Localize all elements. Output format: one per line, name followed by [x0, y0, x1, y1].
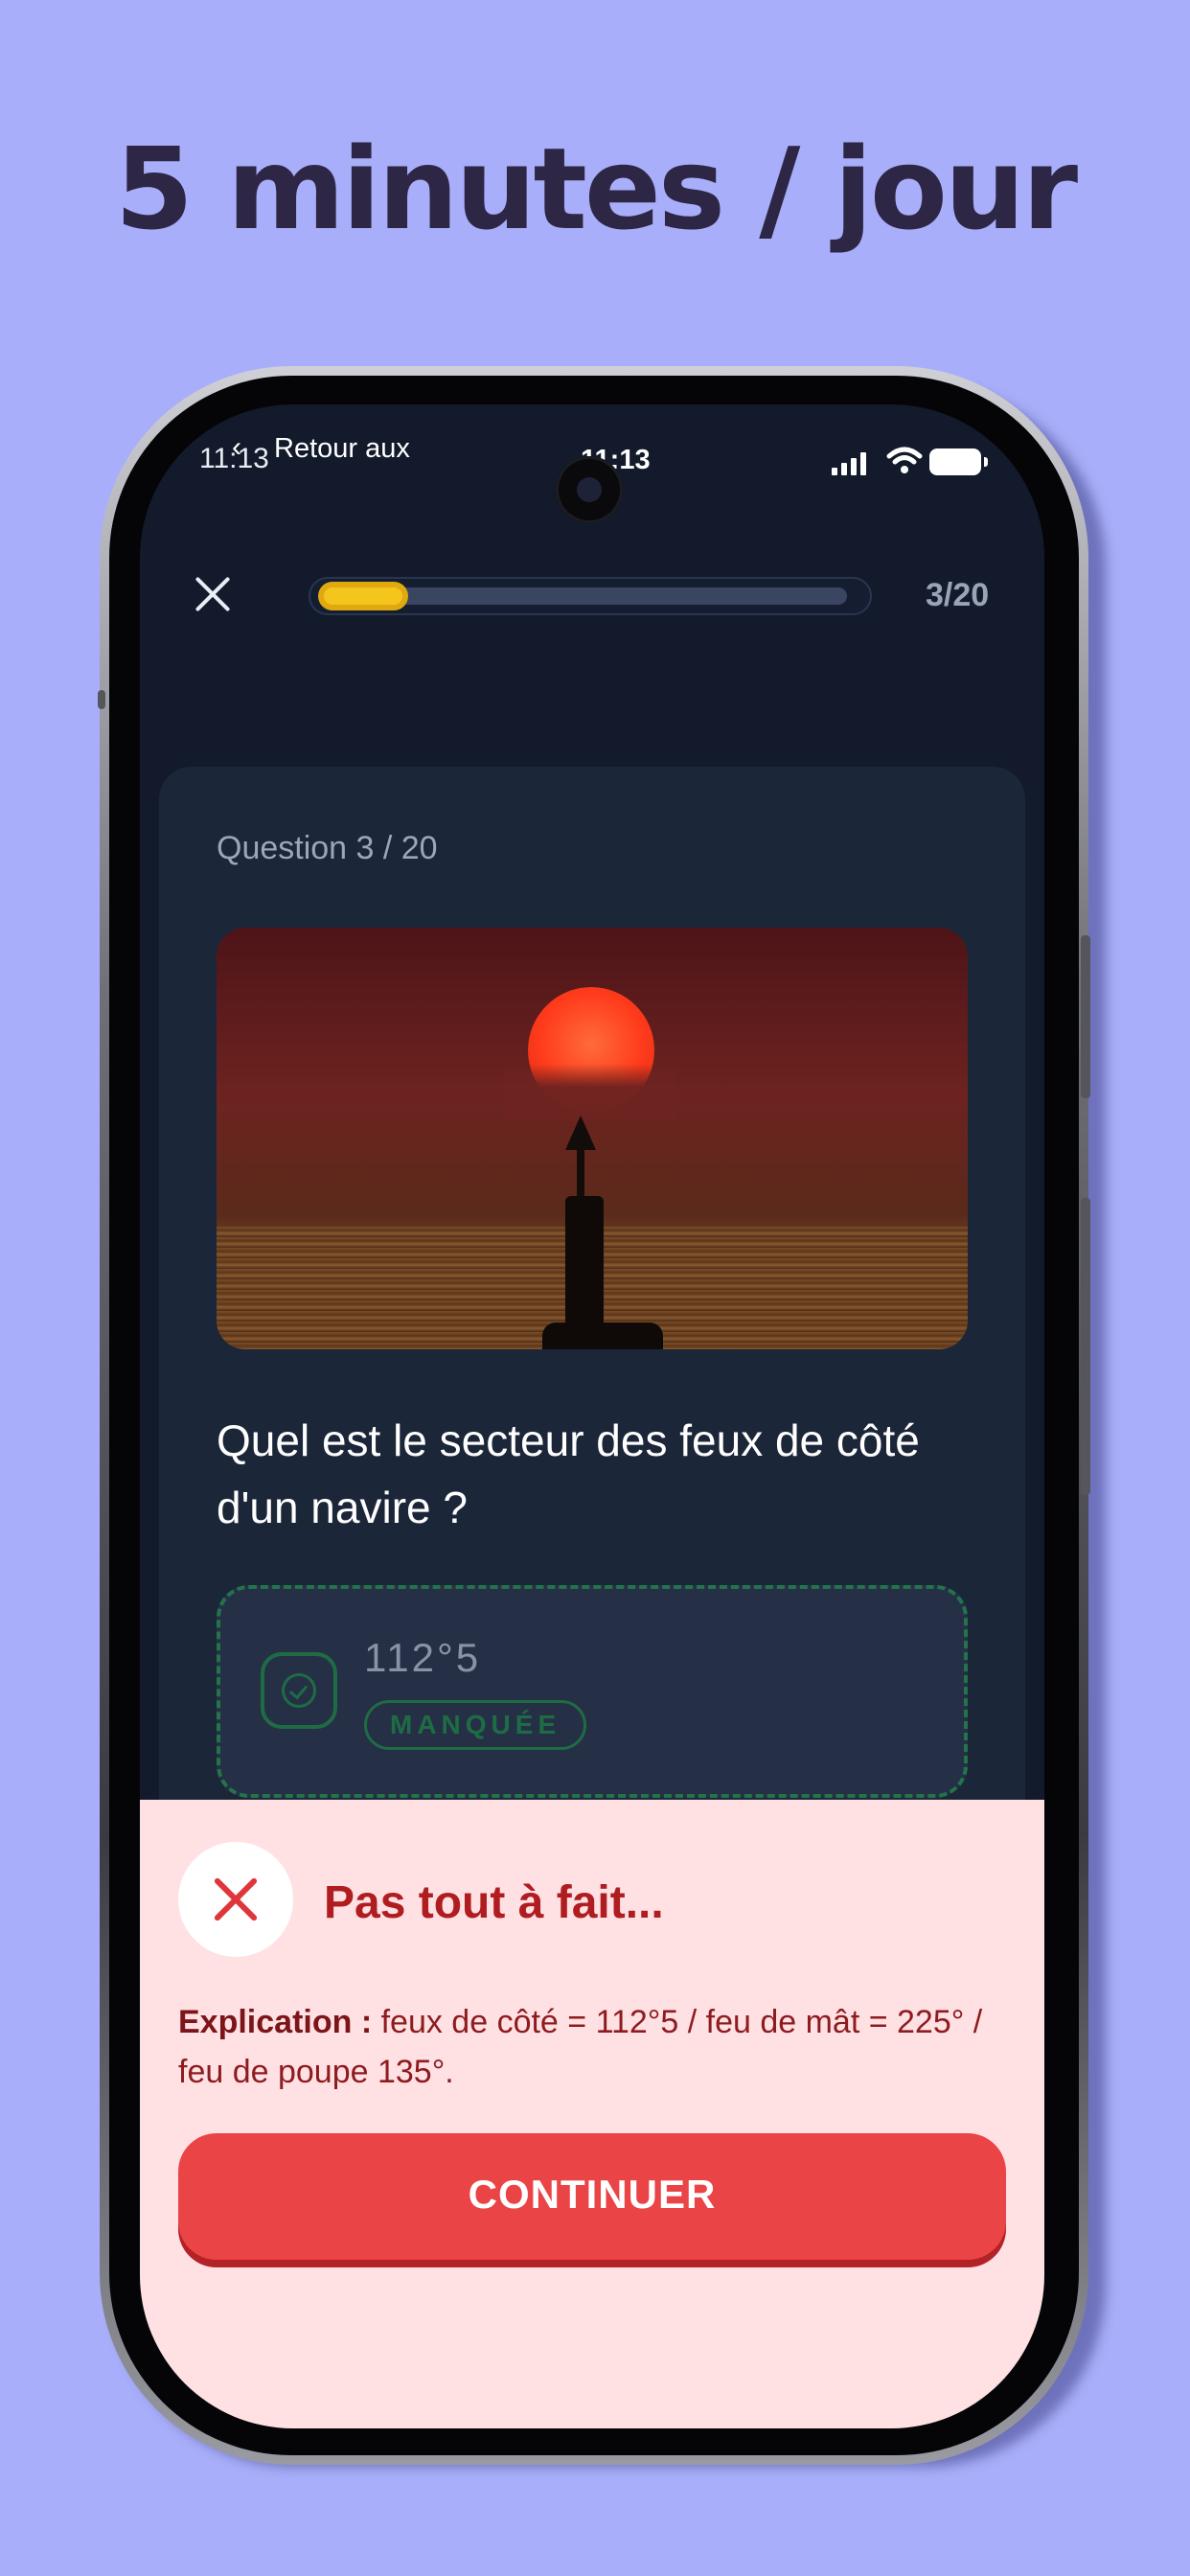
phone-side-button — [1081, 1198, 1090, 1495]
continue-button[interactable]: CONTINUER — [178, 2133, 1006, 2260]
back-arrow-icon[interactable]: ‹ — [232, 431, 241, 464]
feedback-title: Pas tout à fait... — [324, 1877, 664, 1928]
answer-option-missed[interactable]: 112°5 MANQUÉE — [217, 1585, 968, 1798]
beacon-topmark — [565, 1116, 596, 1150]
explanation-label: Explication : — [178, 2004, 373, 2040]
check-circle-icon — [282, 1673, 316, 1708]
progress-track — [324, 587, 847, 605]
cellular-signal-icon — [832, 452, 866, 475]
answer-value: 112°5 — [364, 1635, 482, 1680]
beacon-tower — [565, 1196, 604, 1330]
answer-checkbox — [261, 1652, 337, 1729]
close-icon[interactable] — [192, 573, 234, 615]
feedback-sheet: Pas tout à fait... Explication : feux de… — [140, 1800, 1044, 2428]
sun-haze — [504, 1064, 676, 1121]
battery-icon — [929, 448, 988, 475]
progress-count: 3/20 — [926, 577, 990, 613]
beacon-pole — [577, 1146, 584, 1204]
phone-side-button — [98, 690, 105, 709]
missed-badge: MANQUÉE — [364, 1700, 587, 1750]
explanation-text: Explication : feux de côté = 112°5 / feu… — [178, 1997, 1002, 2097]
status-bar: 11:13 ‹ Retour aux 11:13 — [140, 404, 1044, 523]
back-to-app-link[interactable]: Retour aux — [274, 433, 410, 465]
beacon-base — [542, 1322, 663, 1349]
app-screen: 11:13 ‹ Retour aux 11:13 3/20 Question 3… — [140, 404, 1044, 2428]
question-image — [217, 928, 968, 1349]
question-text: Quel est le secteur des feux de côté d'u… — [217, 1415, 920, 1532]
quiz-progress-bar — [309, 577, 872, 615]
phone-side-button — [1081, 935, 1090, 1098]
question-number: Question 3 / 20 — [217, 830, 438, 866]
progress-fill — [324, 587, 402, 605]
error-x-icon — [178, 1842, 293, 1957]
wifi-icon — [886, 447, 923, 473]
front-camera — [556, 456, 623, 523]
marketing-headline: 5 minutes / jour — [114, 123, 1078, 255]
